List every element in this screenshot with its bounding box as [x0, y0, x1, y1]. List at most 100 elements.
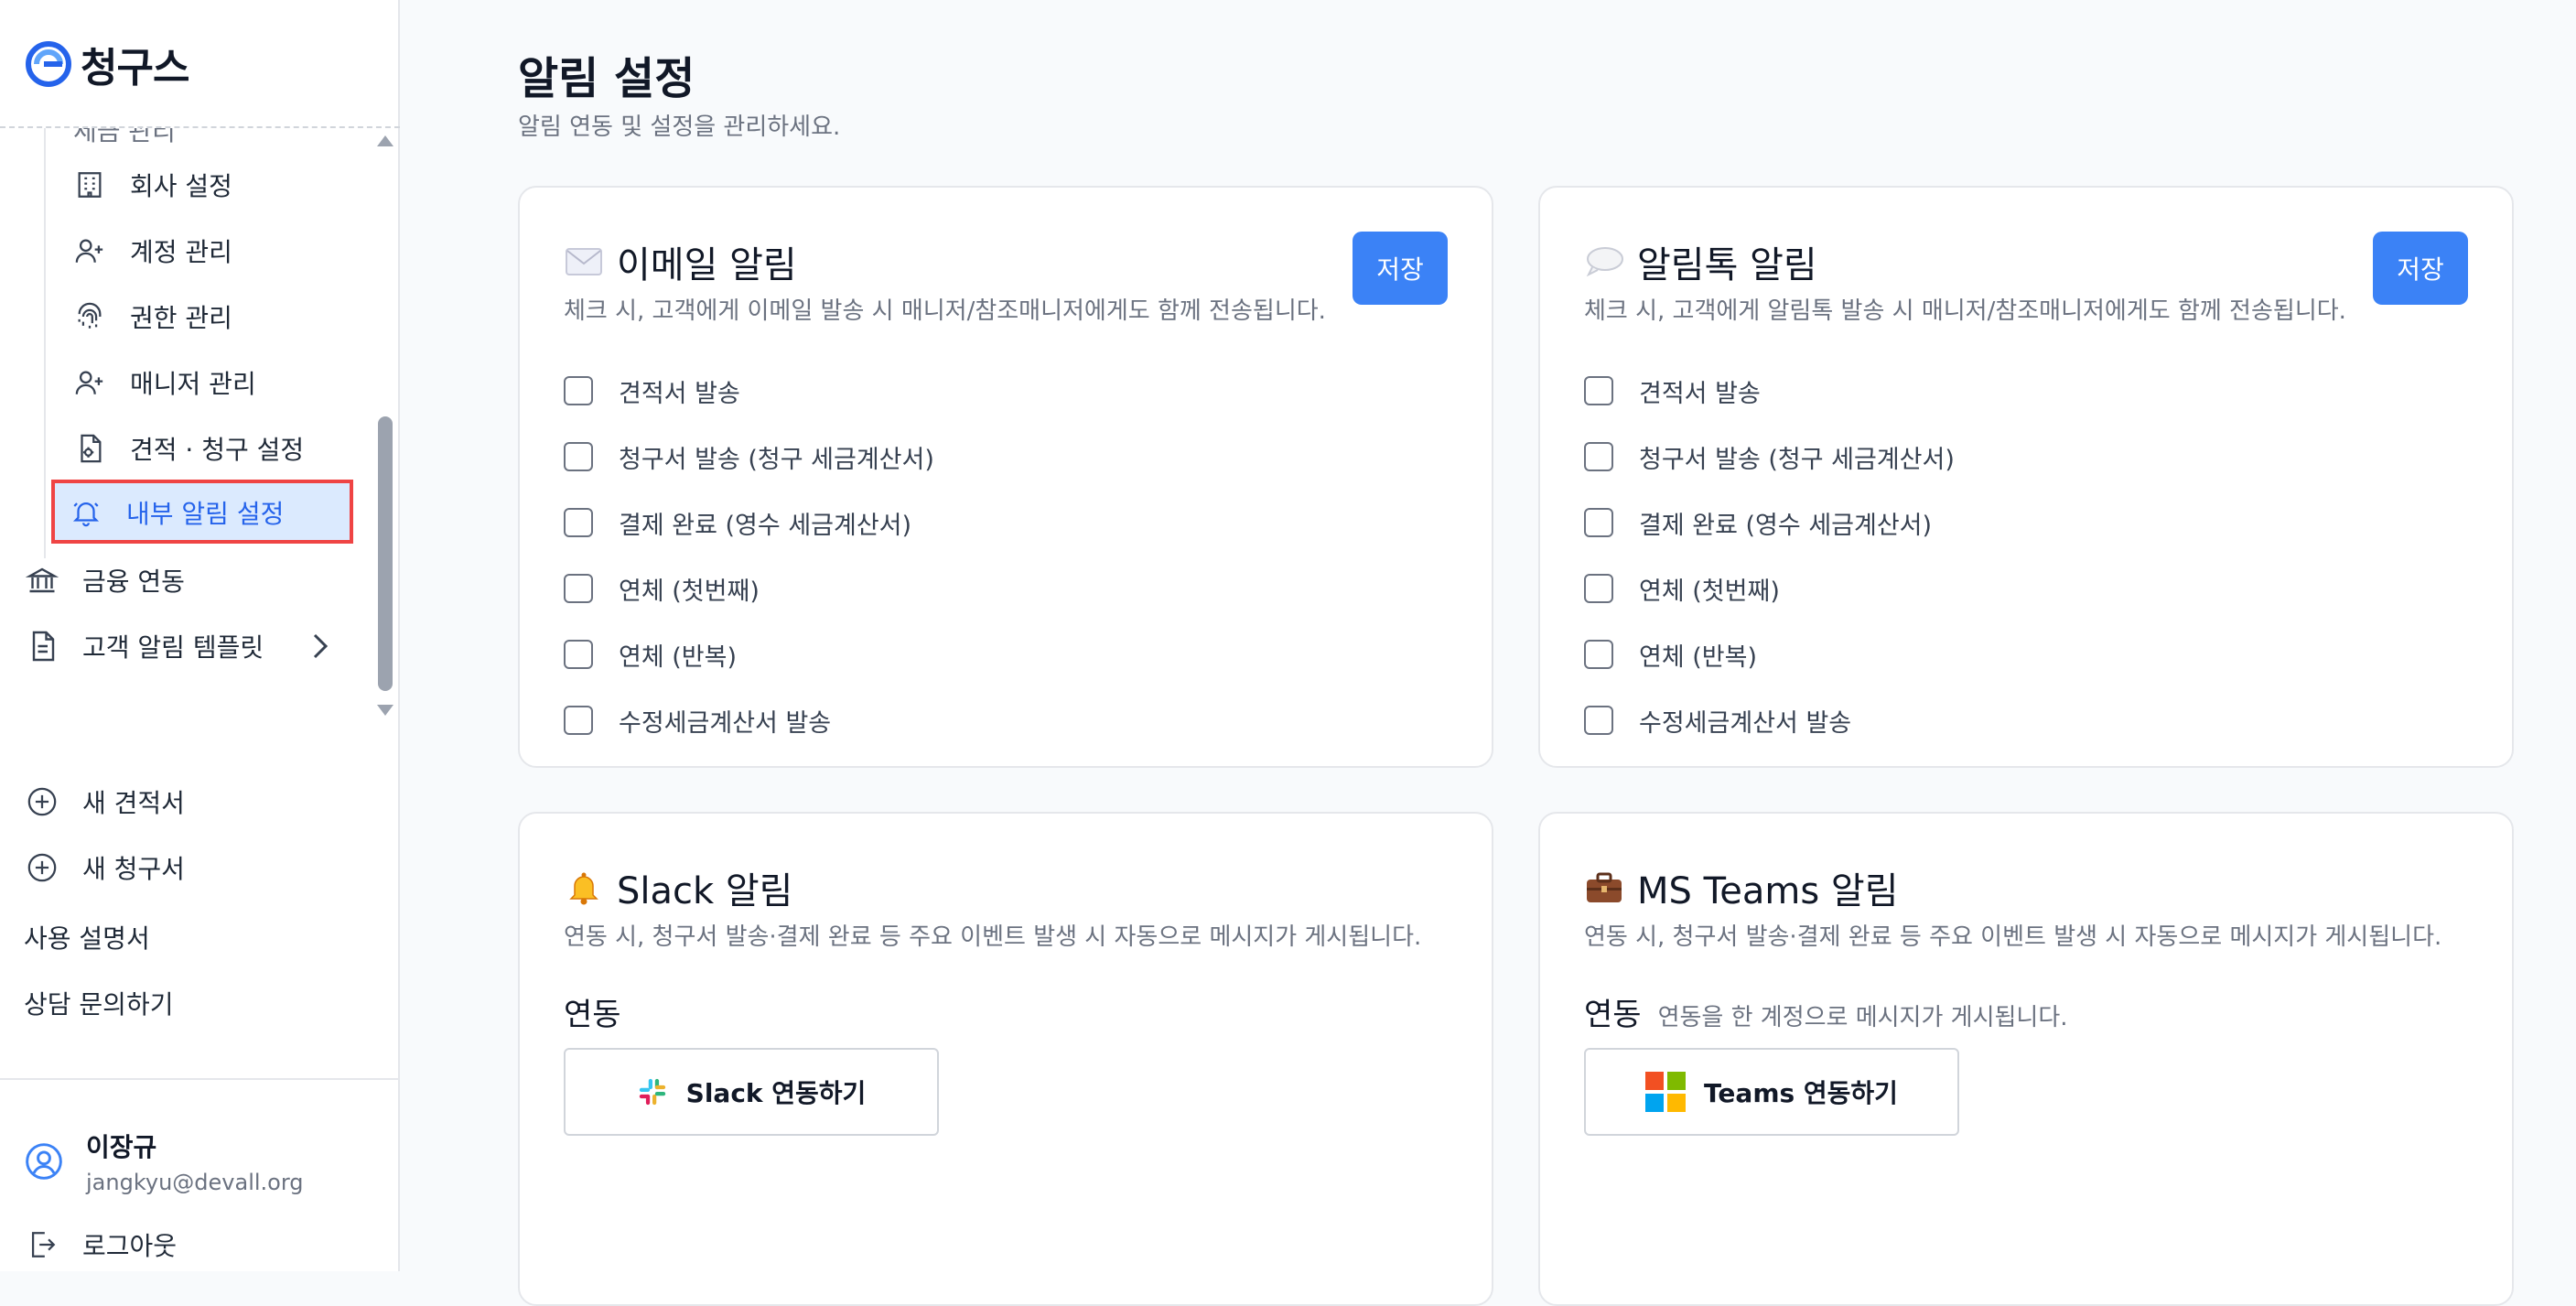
- checkbox-row[interactable]: 청구서 발송 (청구 세금계산서): [564, 424, 934, 490]
- microsoft-logo-icon: [1645, 1072, 1687, 1112]
- sidebar-item-customer-notification-templates[interactable]: 고객 알림 템플릿: [24, 628, 331, 664]
- checkbox-row[interactable]: 연체 (반복): [564, 621, 934, 687]
- checkbox[interactable]: [564, 706, 593, 735]
- sidebar-item-label: 계정 관리: [130, 237, 232, 267]
- checkbox-row[interactable]: 결제 완료 (영수 세금계산서): [564, 490, 934, 556]
- checkbox-row[interactable]: 청구서 발송 (청구 세금계산서): [1584, 424, 1955, 490]
- checkbox[interactable]: [564, 508, 593, 537]
- scroll-down-arrow-icon[interactable]: [377, 705, 393, 716]
- checkbox-label: 청구서 발송 (청구 세금계산서): [1639, 445, 1955, 474]
- submenu-guide-line: [44, 128, 46, 558]
- bank-icon: [24, 562, 60, 599]
- sidebar-item-label: 회사 설정: [130, 171, 232, 201]
- checkbox[interactable]: [1584, 508, 1613, 537]
- page-title: 알림 설정: [518, 53, 695, 104]
- sidebar-item-label: 금융 연동: [82, 567, 185, 597]
- new-quote-button[interactable]: 새 견적서: [24, 783, 185, 820]
- briefcase-icon: [1584, 868, 1624, 908]
- sidebar-item-internal-notification-settings[interactable]: 내부 알림 설정: [51, 480, 353, 544]
- teams-connect-label: Teams 연동하기: [1704, 1078, 1898, 1108]
- logo-icon: [26, 41, 71, 87]
- settings-nav: 세금 관리 회사 설정 계정 관리 권한 관리 매니저 관리 견적 · 청구 설…: [0, 128, 400, 728]
- building-icon: [71, 167, 108, 203]
- sidebar-item-quote-billing-settings[interactable]: 견적 · 청구 설정: [71, 430, 304, 467]
- save-button[interactable]: 저장: [2373, 232, 2468, 305]
- slack-connect-button[interactable]: Slack 연동하기: [564, 1048, 939, 1136]
- scroll-up-arrow-icon[interactable]: [377, 135, 393, 146]
- email-notification-card: 이메일 알림 체크 시, 고객에게 이메일 발송 시 매니저/참조매니저에게도 …: [518, 186, 1493, 768]
- checkbox-label: 연체 (첫번째): [619, 577, 760, 606]
- page-subtitle: 알림 연동 및 설정을 관리하세요.: [518, 113, 841, 141]
- checkbox-row[interactable]: 견적서 발송: [564, 358, 934, 424]
- checkbox-row[interactable]: 연체 (첫번째): [1584, 556, 1955, 621]
- section-label-text: 연동: [1584, 997, 1642, 1033]
- sidebar-item-account-management[interactable]: 계정 관리: [71, 232, 232, 269]
- new-invoice-label: 새 청구서: [82, 854, 185, 884]
- sidebar: 청구스 세금 관리 회사 설정 계정 관리 권한 관리 매니저 관리 견적 · …: [0, 0, 400, 1271]
- checkbox-label: 연체 (반복): [1639, 642, 1758, 672]
- sidebar-item-label: 견적 · 청구 설정: [130, 435, 305, 465]
- checkbox[interactable]: [1584, 574, 1613, 603]
- slack-logo-icon: [637, 1076, 668, 1107]
- teams-connect-button[interactable]: Teams 연동하기: [1584, 1048, 1959, 1136]
- user-profile[interactable]: 이장규 jangkyu@devall.org: [24, 1128, 304, 1195]
- envelope-icon: [564, 242, 604, 282]
- app-logo[interactable]: 청구스: [26, 35, 189, 93]
- sidebar-item-permission-management[interactable]: 권한 관리: [71, 298, 232, 335]
- slack-connect-label: Slack 연동하기: [685, 1078, 867, 1108]
- checkbox[interactable]: [1584, 442, 1613, 471]
- checkbox-row[interactable]: 연체 (반복): [1584, 621, 1955, 687]
- checkbox[interactable]: [564, 376, 593, 405]
- card-description: 연동 시, 청구서 발송·결제 완료 등 주요 이벤트 발생 시 자동으로 메시…: [1584, 923, 2442, 951]
- app-name: 청구스: [81, 45, 189, 92]
- checkbox-row[interactable]: 견적서 발송: [1584, 358, 1955, 424]
- card-title-text: 알림톡 알림: [1637, 244, 1817, 286]
- consultation-link[interactable]: 상담 문의하기: [24, 985, 173, 1021]
- checkbox-label: 결제 완료 (영수 세금계산서): [1639, 511, 1933, 540]
- card-description: 체크 시, 고객에게 알림톡 발송 시 매니저/참조매니저에게도 함께 전송됩니…: [1584, 297, 2346, 325]
- user-plus-icon: [71, 364, 108, 401]
- checkbox[interactable]: [564, 442, 593, 471]
- checkbox[interactable]: [564, 574, 593, 603]
- integration-section-label: 연동 연동을 한 계정으로 메시지가 게시됩니다.: [1584, 989, 2068, 1034]
- sidebar-item-partial[interactable]: 세금 관리: [73, 128, 176, 148]
- user-email: jangkyu@devall.org: [86, 1170, 304, 1195]
- speech-bubble-icon: [1584, 242, 1624, 282]
- card-description: 체크 시, 고객에게 이메일 발송 시 매니저/참조매니저에게도 함께 전송됩니…: [564, 297, 1326, 325]
- checkbox[interactable]: [1584, 376, 1613, 405]
- checkbox-label: 청구서 발송 (청구 세금계산서): [619, 445, 934, 474]
- sidebar-item-financial-integration[interactable]: 금융 연동: [24, 562, 185, 599]
- chevron-right-icon: [309, 632, 331, 660]
- checkbox-row[interactable]: 수정세금계산서 발송: [1584, 687, 1955, 753]
- sidebar-item-active: 내부 알림 설정: [68, 494, 284, 531]
- checkbox-label: 견적서 발송: [1639, 379, 1761, 408]
- checkbox-label: 결제 완료 (영수 세금계산서): [619, 511, 912, 540]
- sidebar-item-manager-management[interactable]: 매니저 관리: [71, 364, 256, 401]
- divider: [0, 1078, 400, 1080]
- bell-icon: [68, 494, 104, 531]
- alimtalk-notification-card: 알림톡 알림 체크 시, 고객에게 알림톡 발송 시 매니저/참조매니저에게도 …: [1538, 186, 2514, 768]
- checkbox-label: 수정세금계산서 발송: [1639, 708, 1852, 738]
- save-button[interactable]: 저장: [1353, 232, 1448, 305]
- checkbox-row[interactable]: 수정세금계산서 발송: [564, 687, 934, 753]
- section-label-text: 연동: [564, 997, 621, 1033]
- checkbox-row[interactable]: 결제 완료 (영수 세금계산서): [1584, 490, 1955, 556]
- new-invoice-button[interactable]: 새 청구서: [24, 849, 185, 886]
- fingerprint-icon: [71, 298, 108, 335]
- user-name: 이장규: [86, 1132, 157, 1162]
- bell-emoji-icon: [564, 868, 604, 908]
- plus-circle-icon: [24, 783, 60, 820]
- logout-label: 로그아웃: [82, 1231, 178, 1261]
- sidebar-item-label: 매니저 관리: [130, 369, 256, 399]
- checkbox[interactable]: [1584, 706, 1613, 735]
- checkbox-list: 견적서 발송 청구서 발송 (청구 세금계산서) 결제 완료 (영수 세금계산서…: [564, 358, 934, 753]
- checkbox-label: 견적서 발송: [619, 379, 740, 408]
- sidebar-scrollbar-thumb[interactable]: [378, 416, 393, 691]
- checkbox[interactable]: [564, 640, 593, 669]
- checkbox-row[interactable]: 연체 (첫번째): [564, 556, 934, 621]
- logout-button[interactable]: 로그아웃: [24, 1226, 177, 1263]
- checkbox-list: 견적서 발송 청구서 발송 (청구 세금계산서) 결제 완료 (영수 세금계산서…: [1584, 358, 1955, 753]
- checkbox[interactable]: [1584, 640, 1613, 669]
- user-guide-link[interactable]: 사용 설명서: [24, 919, 150, 955]
- sidebar-item-company-settings[interactable]: 회사 설정: [71, 167, 232, 203]
